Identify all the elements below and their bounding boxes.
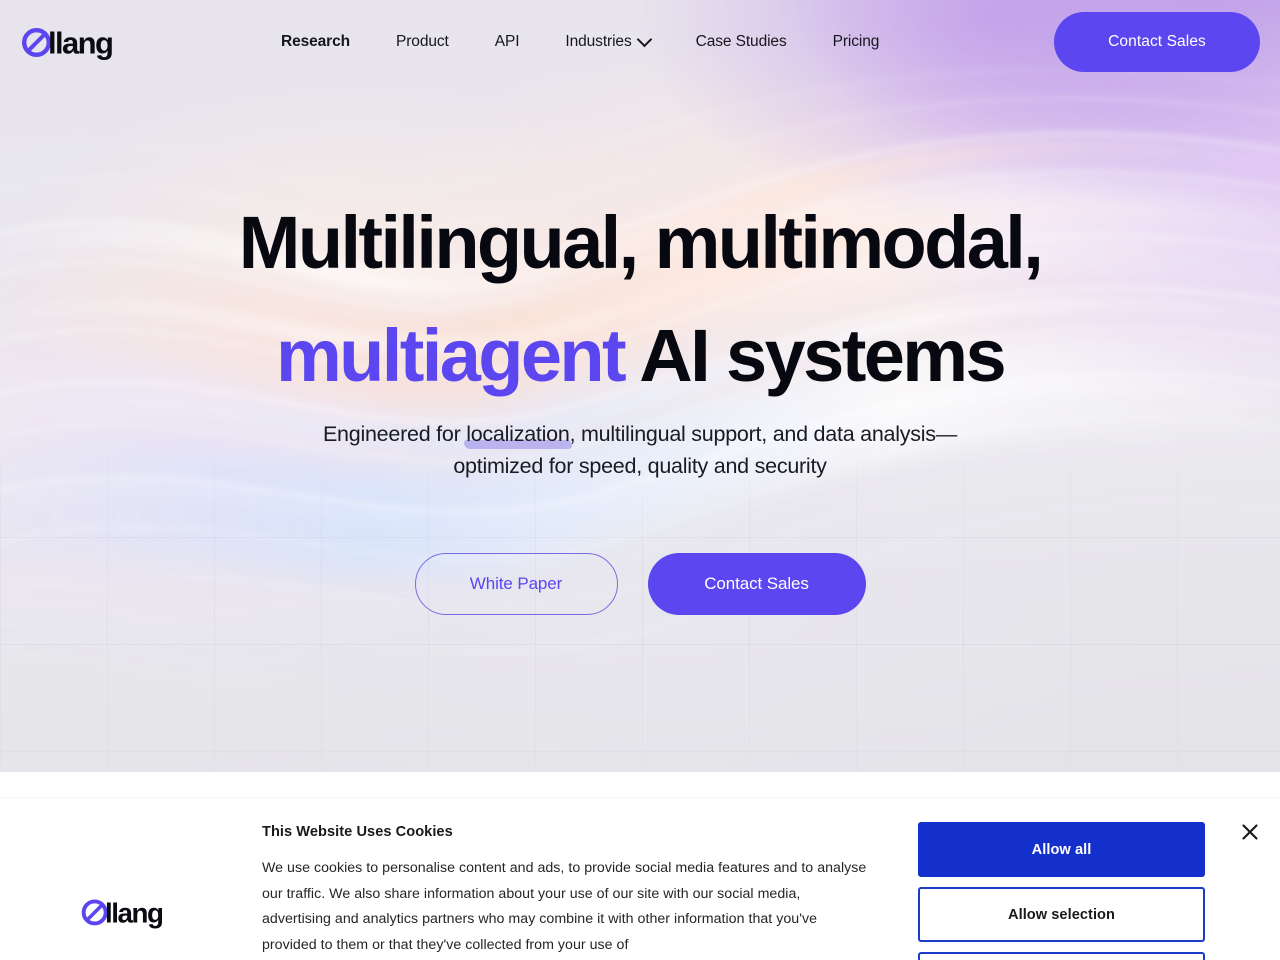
nav-item-label: Case Studies xyxy=(695,33,787,50)
top-navigation-bar: llang Research Product API Industries Ca… xyxy=(0,0,1280,84)
chevron-down-icon xyxy=(636,31,652,47)
allow-all-button[interactable]: Allow all xyxy=(918,822,1205,877)
nav-item-label: Pricing xyxy=(832,33,880,50)
subtitle-highlight-localization: localization xyxy=(464,418,572,450)
nav-item-industries[interactable]: Industries xyxy=(542,31,672,51)
nav-item-label: API xyxy=(494,33,520,50)
page-root: Multilingual, multimodal, multiagent AI … xyxy=(0,0,1280,960)
cookie-banner-text: This Website Uses Cookies We use cookies… xyxy=(262,824,872,958)
cookie-consent-banner: llang This Website Uses Cookies We use c… xyxy=(0,798,1280,960)
brand-logo-link[interactable]: llang xyxy=(20,22,132,62)
nav-item-research[interactable]: Research xyxy=(258,33,373,51)
svg-text:llang: llang xyxy=(48,26,112,61)
white-paper-button[interactable]: White Paper xyxy=(414,553,618,615)
nav-item-product[interactable]: Product xyxy=(373,33,472,51)
hero-subtitle: Engineered for localization, multilingua… xyxy=(290,418,990,482)
subtitle-prefix: Engineered for xyxy=(322,422,467,446)
hero-cta-row: White Paper Contact Sales xyxy=(0,553,1280,615)
ollang-logo-icon: llang xyxy=(81,897,164,928)
cookie-banner-actions: Allow all Allow selection xyxy=(918,822,1205,960)
hero-section: Multilingual, multimodal, multiagent AI … xyxy=(0,0,1280,772)
ollang-logo-icon: llang xyxy=(21,26,114,61)
close-x-icon xyxy=(1242,824,1258,840)
nav-item-case-studies[interactable]: Case Studies xyxy=(673,33,810,51)
cookie-banner-close-button[interactable] xyxy=(1238,820,1262,844)
contact-sales-hero-button[interactable]: Contact Sales xyxy=(647,553,866,615)
cookie-banner-logo: llang xyxy=(78,895,182,934)
use-necessary-only-button[interactable] xyxy=(918,952,1205,960)
cookie-banner-body: We use cookies to personalise content an… xyxy=(262,860,867,953)
page-title: Multilingual, multimodal, multiagent AI … xyxy=(0,186,1280,412)
nav-item-label: Product xyxy=(396,33,449,50)
headline-line-2-rest: AI systems xyxy=(624,314,1006,397)
nav-item-label: Industries xyxy=(565,33,632,50)
nav-item-label: Research xyxy=(281,33,350,50)
primary-nav: Research Product API Industries Case Stu… xyxy=(258,0,902,84)
headline-accent-word: multiagent xyxy=(275,314,627,397)
nav-item-api[interactable]: API xyxy=(472,33,543,51)
nav-item-pricing[interactable]: Pricing xyxy=(810,33,903,51)
contact-sales-nav-button[interactable]: Contact Sales xyxy=(1054,12,1260,72)
cookie-banner-title: This Website Uses Cookies xyxy=(262,824,453,840)
headline-line-1: Multilingual, multimodal, xyxy=(238,201,1044,284)
svg-text:llang: llang xyxy=(105,897,163,928)
allow-selection-button[interactable]: Allow selection xyxy=(918,887,1205,942)
